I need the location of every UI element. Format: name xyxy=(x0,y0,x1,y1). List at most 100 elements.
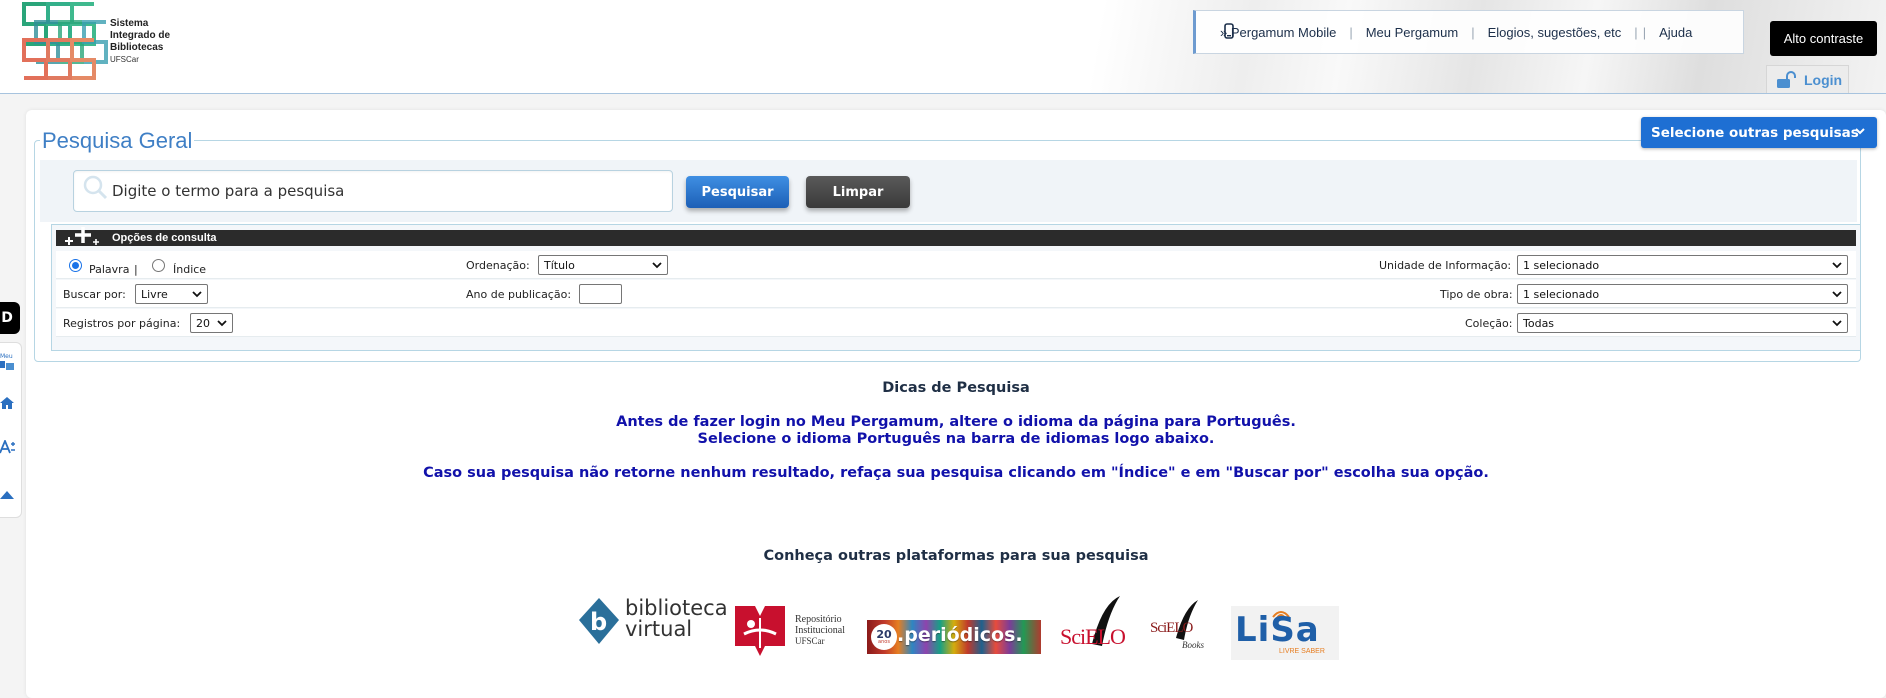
chevron-down-icon xyxy=(217,320,227,327)
accessibility-toggle[interactable]: D xyxy=(0,302,20,334)
unidade-select[interactable]: 1 selecionado xyxy=(1517,255,1848,275)
font-size-icon xyxy=(0,438,15,454)
biblioteca-virtual-icon: b xyxy=(579,598,619,644)
ajuda-link[interactable]: Ajuda xyxy=(1659,25,1692,40)
chevron-down-icon xyxy=(1832,291,1842,298)
tipo-obra-value: 1 selecionado xyxy=(1523,287,1600,301)
scroll-top-side-button[interactable] xyxy=(0,485,14,504)
radio-indice-label: Índice xyxy=(173,263,207,276)
meu-pergamum-side-button[interactable]: Meu xyxy=(0,351,16,377)
meu-label: Meu xyxy=(0,353,13,360)
ano-input[interactable] xyxy=(579,284,622,304)
radio-separator: | xyxy=(134,263,138,276)
scielo-logo[interactable]: SciELO xyxy=(1058,594,1134,654)
high-contrast-button[interactable]: Alto contraste xyxy=(1770,21,1877,56)
periodicos-badge-sub: anos xyxy=(878,639,890,645)
buscar-por-label: Buscar por: xyxy=(63,288,126,301)
unlock-icon xyxy=(1777,70,1796,88)
repositorio-line: Repositório xyxy=(795,614,842,625)
lisa-sub: LIVRE SABER xyxy=(1279,648,1325,655)
expand-plus-icon xyxy=(65,227,99,245)
page-title: Pesquisa Geral xyxy=(40,128,195,154)
repositorio-book-icon xyxy=(735,606,785,656)
buscar-por-value: Livre xyxy=(141,287,168,301)
colecao-select[interactable]: Todas xyxy=(1517,313,1848,333)
arrow-up-icon xyxy=(0,491,14,499)
clear-button[interactable]: Limpar xyxy=(806,176,910,208)
radio-palavra-label: Palavra xyxy=(89,263,130,276)
colecao-label: Coleção: xyxy=(1465,317,1513,330)
meu-pergamum-link[interactable]: Meu Pergamum xyxy=(1366,25,1458,40)
colecao-value: Todas xyxy=(1523,316,1555,330)
mobile-phone-icon xyxy=(1224,23,1234,39)
radio-indice[interactable] xyxy=(152,259,165,272)
pergamum-mobile-link[interactable]: » Pergamum Mobile xyxy=(1220,25,1336,40)
svg-text:b: b xyxy=(590,608,607,636)
chevron-down-icon xyxy=(1832,320,1842,327)
search-icon xyxy=(83,175,108,200)
scielo-books-logo[interactable]: SciELO Books xyxy=(1148,598,1214,656)
biblioteca-word: biblioteca xyxy=(625,596,728,620)
search-button[interactable]: Pesquisar xyxy=(686,176,789,208)
buscar-por-select[interactable]: Livre xyxy=(135,284,208,304)
repositorio-line: Institucional xyxy=(795,625,845,636)
ordenacao-select[interactable]: Título xyxy=(538,255,668,275)
repositorio-line: UFSCar xyxy=(795,636,825,646)
logo-line: Sistema xyxy=(110,18,149,29)
tips-line: Caso sua pesquisa não retorne nenhum res… xyxy=(423,465,1489,481)
tips-line: Selecione o idioma Português na barra de… xyxy=(697,431,1215,447)
nav-separator: | xyxy=(1634,24,1638,40)
scielo-books-sub: Books xyxy=(1182,640,1204,650)
search-box xyxy=(73,170,673,212)
chevron-down-icon xyxy=(1832,262,1842,269)
chevron-down-icon xyxy=(192,291,202,298)
biblioteca-virtual-logo[interactable]: b biblioteca virtual xyxy=(575,596,728,648)
top-navigation: » Pergamum Mobile | Meu Pergamum | Elogi… xyxy=(1193,10,1744,54)
logo-line: Integrado de xyxy=(110,30,171,41)
other-searches-dropdown[interactable]: Selecione outras pesquisas xyxy=(1641,117,1877,148)
nav-separator: | xyxy=(1471,24,1475,40)
registros-select[interactable]: 20 xyxy=(190,313,233,333)
home-icon xyxy=(0,397,14,409)
nav-separator: | xyxy=(1642,24,1647,40)
lisa-text: LiSa xyxy=(1235,610,1320,650)
unidade-value: 1 selecionado xyxy=(1523,258,1600,272)
ano-label: Ano de publicação: xyxy=(466,288,572,301)
ordenacao-value: Título xyxy=(544,258,575,272)
scielo-books-text: SciELO xyxy=(1150,620,1193,636)
periodicos-text: .periódicos. xyxy=(897,624,1023,646)
font-size-side-button[interactable] xyxy=(0,438,16,458)
registros-label: Registros por página: xyxy=(63,317,181,330)
logo-text: Sistema Integrado de Bibliotecas UFSCar xyxy=(110,18,170,66)
ordenacao-label: Ordenação: xyxy=(466,259,530,272)
side-toolbar: Meu xyxy=(0,342,22,518)
tipo-obra-select[interactable]: 1 selecionado xyxy=(1517,284,1848,304)
home-side-button[interactable] xyxy=(0,395,14,414)
lisa-logo[interactable]: LiSa LIVRE SABER xyxy=(1231,606,1339,660)
search-input[interactable] xyxy=(112,180,652,202)
radio-palavra[interactable] xyxy=(69,259,82,272)
meu-pergamum-icon: Meu xyxy=(0,353,14,370)
page-header: Sistema Integrado de Bibliotecas UFSCar … xyxy=(0,0,1886,94)
login-label: Login xyxy=(1804,71,1843,88)
tipo-obra-label: Tipo de obra: xyxy=(1440,288,1513,301)
logo-line: UFSCar xyxy=(110,55,139,64)
search-options-toggle[interactable]: Opções de consulta xyxy=(56,227,1856,246)
periodicos-badge: 20 anos xyxy=(871,624,897,650)
periodicos-logo[interactable]: 20 anos .periódicos. xyxy=(867,620,1041,654)
scielo-text: SciELO xyxy=(1060,624,1126,649)
options-title: Opções de consulta xyxy=(112,232,217,244)
tips-line: Antes de fazer login no Meu Pergamum, al… xyxy=(616,414,1296,430)
repositorio-logo[interactable]: Repositório Institucional UFSCar xyxy=(733,604,859,658)
virtual-word: virtual xyxy=(625,617,693,641)
logo-line: Bibliotecas xyxy=(110,42,164,53)
nav-separator: | xyxy=(1349,24,1353,40)
platforms-title: Conheça outras plataformas para sua pesq… xyxy=(763,548,1149,564)
login-button[interactable]: Login xyxy=(1766,65,1849,93)
registros-value: 20 xyxy=(196,316,210,330)
tips-title: Dicas de Pesquisa xyxy=(882,380,1030,396)
chevron-down-icon xyxy=(652,262,662,269)
elogios-link[interactable]: Elogios, sugestões, etc xyxy=(1488,25,1622,40)
other-searches-label: Selecione outras pesquisas xyxy=(1651,124,1859,141)
chevron-down-icon xyxy=(1855,128,1865,135)
